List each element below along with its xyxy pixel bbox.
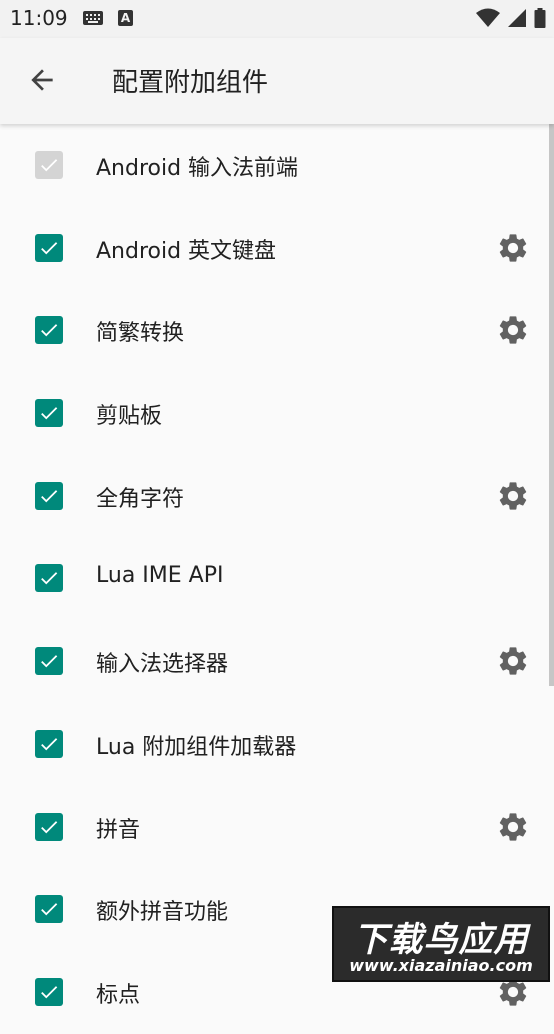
list-item[interactable]: 拼音 — [0, 786, 554, 869]
checkbox[interactable] — [35, 564, 63, 593]
item-label: Lua IME API — [96, 563, 224, 589]
gear-icon — [499, 234, 527, 262]
settings-button[interactable] — [496, 810, 530, 844]
status-bar: 11:09 A — [0, 0, 554, 38]
back-button[interactable] — [26, 64, 58, 96]
signal-icon — [507, 9, 526, 27]
item-label: Android 英文键盘 — [96, 238, 277, 264]
keyboard-icon — [82, 10, 104, 30]
battery-icon — [534, 8, 546, 28]
check-icon — [41, 407, 58, 420]
item-label: 拼音 — [96, 817, 141, 843]
checkbox[interactable] — [35, 895, 63, 924]
settings-button[interactable] — [496, 313, 530, 347]
checkbox[interactable] — [35, 729, 63, 758]
item-label: 全角字符 — [96, 486, 185, 512]
check-icon — [41, 572, 58, 585]
list-item[interactable]: 全角字符 — [0, 455, 554, 538]
gear-icon — [499, 812, 527, 841]
status-time: 11:09 — [10, 6, 68, 30]
checkbox[interactable] — [35, 647, 63, 676]
item-label: 标点 — [96, 982, 141, 1008]
list-item[interactable]: 简繁转换 — [0, 289, 554, 372]
list-item[interactable]: Lua 附加组件加载器 — [0, 703, 554, 786]
item-label: 简繁转换 — [96, 321, 185, 347]
check-icon — [41, 489, 58, 503]
checkbox[interactable] — [35, 481, 63, 510]
check-icon — [41, 324, 58, 337]
check-icon — [41, 986, 58, 999]
arrow-left-icon — [31, 69, 53, 91]
checkbox[interactable] — [35, 812, 63, 841]
item-label: Android 输入法前端 — [96, 156, 299, 181]
list-item[interactable]: 输入法选择器 — [0, 620, 554, 703]
watermark-url: www.xiazainiao.com — [349, 956, 533, 975]
scrollbar[interactable] — [549, 124, 554, 686]
check-icon — [41, 820, 58, 833]
app-bar: 配置附加组件 — [0, 38, 554, 124]
gear-icon — [499, 316, 527, 344]
item-label: 额外拼音功能 — [96, 900, 229, 926]
settings-button[interactable] — [496, 644, 530, 678]
watermark-main-text: 下载鸟应用 — [353, 920, 529, 960]
a-badge-icon: A — [118, 10, 133, 26]
checkbox[interactable] — [35, 151, 63, 179]
addon-list: Android 输入法前端 Android 英文键盘 简繁转换 剪贴板 全角字符 — [0, 124, 554, 1034]
page-title: 配置附加组件 — [112, 68, 269, 98]
list-item[interactable]: 剪贴板 — [0, 372, 554, 455]
settings-button[interactable] — [496, 479, 530, 513]
gear-icon — [499, 647, 527, 675]
check-icon — [41, 241, 58, 255]
check-icon — [41, 655, 58, 668]
checkbox[interactable] — [35, 399, 63, 428]
list-item[interactable]: Android 英文键盘 — [0, 207, 554, 290]
check-icon — [41, 903, 58, 916]
status-right-icons — [474, 8, 546, 28]
checkbox[interactable] — [35, 977, 63, 1006]
list-item[interactable]: Lua IME API — [0, 537, 554, 620]
settings-button[interactable] — [496, 231, 530, 265]
check-icon — [41, 737, 58, 751]
watermark-logo: 下载鸟应用 www.xiazainiao.com — [332, 906, 550, 982]
item-label: Lua 附加组件加载器 — [96, 734, 297, 760]
checkbox[interactable] — [35, 316, 63, 345]
check-icon — [41, 159, 58, 172]
wifi-icon — [475, 8, 500, 27]
list-item[interactable]: Android 输入法前端 — [0, 124, 554, 207]
checkbox[interactable] — [35, 233, 63, 262]
item-label: 剪贴板 — [96, 404, 163, 430]
item-label: 输入法选择器 — [96, 652, 229, 678]
gear-icon — [499, 482, 527, 510]
